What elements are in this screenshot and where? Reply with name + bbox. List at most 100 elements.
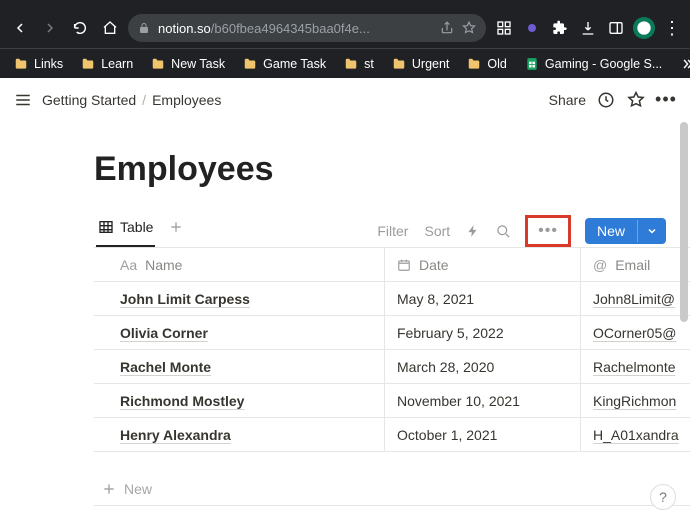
new-button-dropdown[interactable] bbox=[637, 220, 666, 242]
address-bar[interactable]: notion.so/b60fbea4964345baa0f4e... bbox=[128, 14, 486, 42]
folder-icon bbox=[467, 57, 481, 71]
reload-button[interactable] bbox=[68, 16, 92, 40]
view-tab-table[interactable]: Table bbox=[96, 215, 155, 247]
breadcrumb-item[interactable]: Employees bbox=[152, 92, 221, 108]
add-row-label: New bbox=[124, 481, 152, 497]
cell-name[interactable]: Olivia Corner bbox=[120, 325, 208, 341]
add-row-button[interactable]: New bbox=[94, 472, 690, 506]
help-label: ? bbox=[659, 489, 667, 505]
folder-icon bbox=[14, 57, 28, 71]
add-view-button[interactable] bbox=[169, 220, 183, 243]
date-property-icon bbox=[397, 258, 411, 272]
bookmark-star-icon[interactable] bbox=[462, 21, 476, 35]
text-property-icon: Aa bbox=[120, 257, 137, 273]
cell-name[interactable]: Henry Alexandra bbox=[120, 427, 231, 443]
bookmark-label: Game Task bbox=[263, 57, 326, 71]
breadcrumb-separator: / bbox=[142, 92, 146, 108]
bookmark-label: New Task bbox=[171, 57, 225, 71]
share-url-icon[interactable] bbox=[440, 21, 454, 35]
page-more-icon[interactable]: ••• bbox=[656, 90, 676, 110]
bookmark-item[interactable]: Old bbox=[461, 53, 512, 75]
search-icon[interactable] bbox=[492, 220, 515, 243]
cell-name[interactable]: Rachel Monte bbox=[120, 359, 211, 375]
cell-email[interactable]: OCorner05@ bbox=[593, 325, 676, 341]
cell-email[interactable]: John8Limit@ bbox=[593, 291, 675, 307]
bookmark-item[interactable]: Game Task bbox=[237, 53, 332, 75]
profile-avatar[interactable] bbox=[632, 16, 656, 40]
extension-1-icon[interactable] bbox=[492, 16, 516, 40]
cell-date[interactable]: October 1, 2021 bbox=[397, 427, 497, 443]
notion-topbar: Getting Started / Employees Share ••• bbox=[0, 78, 690, 122]
lock-icon bbox=[138, 22, 150, 34]
folder-icon bbox=[392, 57, 406, 71]
cell-date[interactable]: May 8, 2021 bbox=[397, 291, 474, 307]
bookmarks-bar: Links Learn New Task Game Task st Urgent… bbox=[0, 48, 690, 78]
bookmark-item[interactable]: New Task bbox=[145, 53, 231, 75]
cell-email[interactable]: H_A01xandra bbox=[593, 427, 679, 443]
url-path: /b60fbea4964345baa0f4e... bbox=[211, 21, 370, 36]
page-title[interactable]: Employees bbox=[94, 150, 690, 189]
table-row[interactable]: Rachel Monte March 28, 2020 Rachelmonte bbox=[94, 350, 690, 384]
bookmark-item[interactable]: Links bbox=[8, 53, 69, 75]
sort-button[interactable]: Sort bbox=[420, 219, 454, 243]
cell-email[interactable]: KingRichmon bbox=[593, 393, 676, 409]
automations-bolt-icon[interactable] bbox=[462, 220, 484, 242]
forward-button[interactable] bbox=[38, 16, 62, 40]
sheets-icon bbox=[525, 57, 539, 71]
bookmark-item[interactable]: Learn bbox=[75, 53, 139, 75]
bookmark-label: st bbox=[364, 57, 374, 71]
cell-email[interactable]: Rachelmonte bbox=[593, 359, 676, 375]
column-header-date[interactable]: Date bbox=[419, 257, 449, 273]
bookmark-item[interactable]: st bbox=[338, 53, 380, 75]
column-header-email[interactable]: Email bbox=[615, 257, 650, 273]
chevron-down-icon bbox=[646, 225, 658, 237]
breadcrumb-item[interactable]: Getting Started bbox=[42, 92, 136, 108]
folder-icon bbox=[243, 57, 257, 71]
folder-icon bbox=[81, 57, 95, 71]
cell-date[interactable]: February 5, 2022 bbox=[397, 325, 504, 341]
table-row[interactable]: Olivia Corner February 5, 2022 OCorner05… bbox=[94, 316, 690, 350]
database-view-controls: Table Filter Sort ••• New bbox=[96, 215, 690, 247]
folder-icon bbox=[151, 57, 165, 71]
extensions-puzzle-icon[interactable] bbox=[548, 16, 572, 40]
share-button[interactable]: Share bbox=[549, 92, 586, 108]
table-row[interactable]: Henry Alexandra October 1, 2021 H_A01xan… bbox=[94, 418, 690, 452]
filter-button[interactable]: Filter bbox=[373, 219, 412, 243]
database-table: Aa Name Date @ Email John Limit Carpess … bbox=[94, 247, 690, 506]
view-tab-label: Table bbox=[120, 219, 153, 235]
more-dots-icon: ••• bbox=[538, 222, 558, 240]
extension-2-icon[interactable] bbox=[520, 16, 544, 40]
plus-icon bbox=[102, 482, 116, 496]
help-button[interactable]: ? bbox=[650, 484, 676, 510]
vertical-scrollbar[interactable] bbox=[680, 122, 688, 322]
chrome-menu-icon[interactable]: ⋮ bbox=[662, 18, 682, 39]
view-more-options-button[interactable]: ••• bbox=[525, 215, 571, 247]
cell-date[interactable]: March 28, 2020 bbox=[397, 359, 494, 375]
cell-date[interactable]: November 10, 2021 bbox=[397, 393, 520, 409]
sidebar-toggle-icon[interactable] bbox=[14, 91, 32, 109]
bookmark-label: Learn bbox=[101, 57, 133, 71]
bookmark-label: Old bbox=[487, 57, 506, 71]
column-header-name[interactable]: Name bbox=[145, 257, 182, 273]
cell-name[interactable]: John Limit Carpess bbox=[120, 291, 250, 307]
home-button[interactable] bbox=[98, 16, 122, 40]
bookmark-label: Links bbox=[34, 57, 63, 71]
bookmark-item[interactable]: Urgent bbox=[386, 53, 456, 75]
bookmarks-overflow-icon[interactable] bbox=[674, 53, 690, 75]
favorite-star-icon[interactable] bbox=[626, 90, 646, 110]
table-header: Aa Name Date @ Email bbox=[94, 248, 690, 282]
cell-name[interactable]: Richmond Mostley bbox=[120, 393, 244, 409]
browser-tabstrip bbox=[0, 0, 690, 8]
new-button[interactable]: New bbox=[585, 218, 666, 244]
email-property-icon: @ bbox=[593, 257, 607, 273]
table-row[interactable]: Richmond Mostley November 10, 2021 KingR… bbox=[94, 384, 690, 418]
back-button[interactable] bbox=[8, 16, 32, 40]
bookmark-label: Urgent bbox=[412, 57, 450, 71]
updates-clock-icon[interactable] bbox=[596, 90, 616, 110]
folder-icon bbox=[344, 57, 358, 71]
breadcrumb: Getting Started / Employees bbox=[42, 92, 221, 108]
bookmark-item[interactable]: Gaming - Google S... bbox=[519, 53, 668, 75]
sidepanel-icon[interactable] bbox=[604, 16, 628, 40]
table-row[interactable]: John Limit Carpess May 8, 2021 John8Limi… bbox=[94, 282, 690, 316]
downloads-icon[interactable] bbox=[576, 16, 600, 40]
